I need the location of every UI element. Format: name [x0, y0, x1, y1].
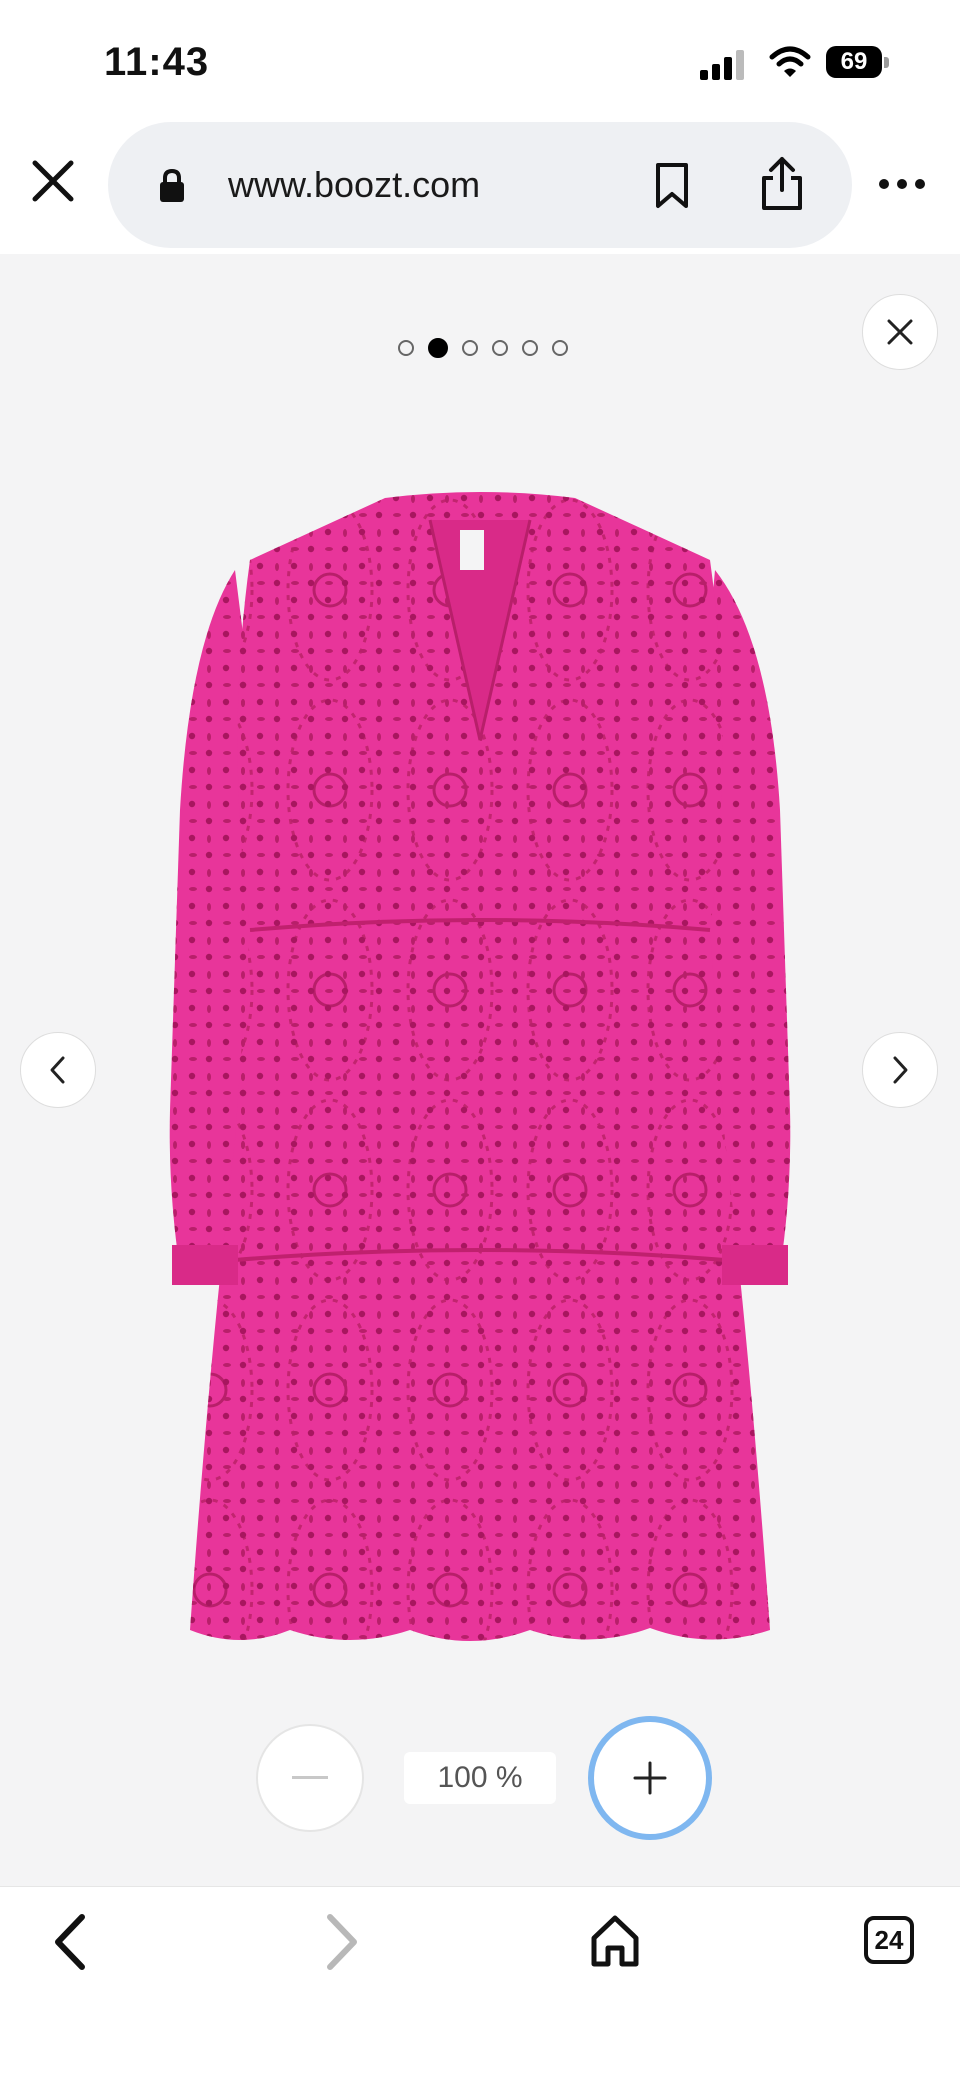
tabs-button[interactable]: 24 — [864, 1916, 914, 1964]
previous-image-button[interactable] — [20, 1032, 96, 1108]
pagination-dot[interactable] — [522, 340, 538, 356]
status-bar: 11:43 69 — [0, 0, 960, 120]
zoom-in-button[interactable] — [588, 1716, 712, 1840]
close-icon — [887, 319, 913, 345]
next-image-button[interactable] — [862, 1032, 938, 1108]
pagination-dot[interactable] — [398, 340, 414, 356]
url-text[interactable]: www.boozt.com — [228, 164, 480, 206]
home-icon[interactable] — [590, 1914, 640, 1968]
lock-icon — [160, 168, 184, 202]
battery-level: 69 — [826, 46, 882, 78]
zoom-level: 100 % — [404, 1752, 556, 1804]
forward-arrow-icon[interactable] — [322, 1912, 362, 1972]
more-icon[interactable] — [878, 172, 926, 196]
minus-icon — [292, 1776, 328, 1779]
chevron-right-icon — [893, 1056, 908, 1084]
pagination-dot[interactable] — [552, 340, 568, 356]
battery-tip — [884, 57, 889, 68]
plus-icon — [633, 1761, 667, 1795]
wifi-icon — [769, 46, 811, 77]
chevron-left-icon — [50, 1056, 65, 1084]
battery-indicator: 69 — [826, 46, 890, 80]
bookmark-icon[interactable] — [654, 162, 690, 210]
cellular-signal-icon — [700, 50, 744, 80]
back-arrow-icon[interactable] — [50, 1912, 90, 1972]
image-pagination — [398, 338, 574, 358]
viewer-close-button[interactable] — [862, 294, 938, 370]
zoom-out-button[interactable] — [256, 1724, 364, 1832]
tab-count-label: 24 — [874, 1924, 904, 1955]
product-image[interactable] — [150, 490, 810, 1670]
pagination-dot[interactable] — [462, 340, 478, 356]
share-icon[interactable] — [758, 156, 806, 212]
pagination-dot-active[interactable] — [428, 338, 448, 358]
close-icon[interactable] — [30, 158, 76, 204]
pagination-dot[interactable] — [492, 340, 508, 356]
browser-toolbar — [0, 1886, 960, 2079]
status-time: 11:43 — [104, 40, 210, 84]
